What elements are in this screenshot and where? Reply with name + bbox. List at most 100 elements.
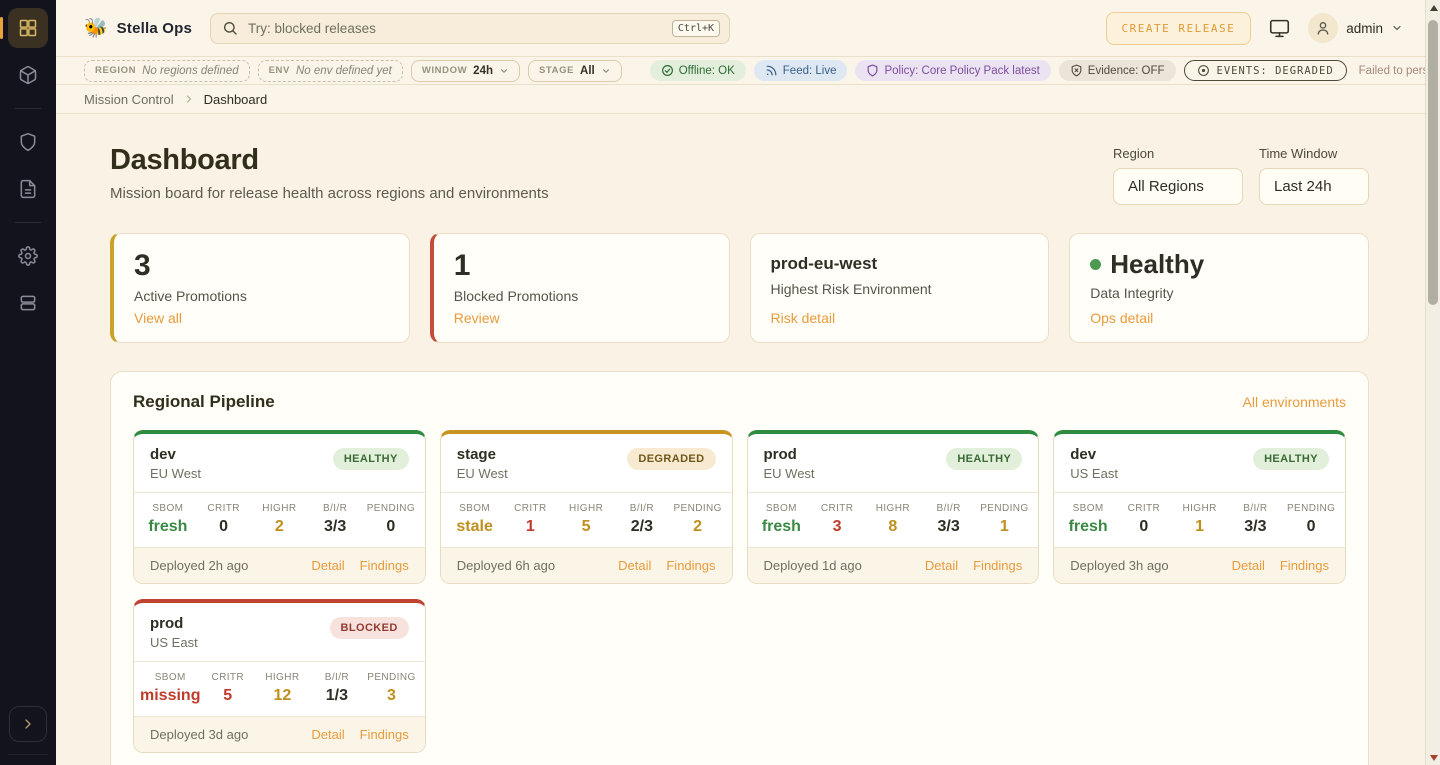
pipeline-stat: HIGHR5 (558, 503, 614, 536)
detail-link[interactable]: Detail (311, 727, 344, 742)
pipeline-card[interactable]: dev US East HEALTHY SBOMfreshCRITR0HIGHR… (1053, 430, 1346, 584)
stat-card-link[interactable]: Ops detail (1090, 310, 1348, 326)
status-badge: BLOCKED (330, 617, 409, 639)
status-badge: HEALTHY (1253, 448, 1329, 470)
sidebar-item-policies[interactable] (8, 122, 48, 162)
all-environments-link[interactable]: All environments (1243, 394, 1347, 410)
pipeline-stat-value: 0 (363, 518, 419, 536)
findings-link[interactable]: Findings (666, 558, 715, 573)
region-filter: Region All Regions (1113, 146, 1243, 205)
chevron-right-icon (183, 93, 195, 105)
stat-card-link[interactable]: Review (454, 310, 709, 326)
offline-status-pill[interactable]: Offline: OK (650, 60, 746, 81)
pipeline-stat-label: PENDING (977, 503, 1033, 514)
window-chip-value: 24h (473, 65, 493, 77)
breadcrumb: Mission Control Dashboard (56, 85, 1425, 114)
chevron-down-icon (499, 66, 509, 76)
pipeline-stat-value: 12 (255, 687, 310, 705)
display-monitor-icon[interactable] (1269, 18, 1290, 39)
pipeline-stat-value: 2 (670, 518, 726, 536)
pipeline-card[interactable]: prod US East BLOCKED SBOMmissingCRITR5HI… (133, 599, 426, 753)
pipeline-stat-value: fresh (1060, 518, 1116, 536)
env-context-chip[interactable]: ENV No env defined yet (258, 60, 403, 82)
sidebar-item-documents[interactable] (8, 169, 48, 209)
time-window-filter-label: Time Window (1259, 146, 1369, 161)
detail-link[interactable]: Detail (1232, 558, 1265, 573)
stat-card-link[interactable]: View all (134, 310, 389, 326)
pipeline-card[interactable]: dev EU West HEALTHY SBOMfreshCRITR0HIGHR… (133, 430, 426, 584)
events-status-pill[interactable]: EVENTS: DEGRADED (1184, 60, 1347, 81)
user-menu[interactable]: admin (1308, 13, 1403, 43)
pipeline-stats: SBOMstaleCRITR1HIGHR5B/I/R2/3PENDING2 (441, 492, 732, 548)
stat-card[interactable]: prod-eu-west Highest Risk Environment Ri… (750, 233, 1050, 343)
app-logo-icon: 🐝 (84, 19, 108, 38)
scrollbar-thumb[interactable] (1428, 20, 1438, 305)
pipeline-stat-value: 3 (809, 518, 865, 536)
stat-card[interactable]: Healthy Data Integrity Ops detail (1069, 233, 1369, 343)
region-filter-select[interactable]: All Regions (1113, 168, 1243, 205)
scrollbar[interactable] (1425, 0, 1440, 765)
policy-status-pill[interactable]: Policy: Core Policy Pack latest (855, 60, 1050, 81)
detail-link[interactable]: Detail (311, 558, 344, 573)
events-status-label: EVENTS: DEGRADED (1217, 65, 1334, 77)
circle-dot-icon (1197, 64, 1210, 77)
sidebar-item-settings[interactable] (8, 236, 48, 276)
findings-link[interactable]: Findings (973, 558, 1022, 573)
pipeline-stat-value: 2 (252, 518, 308, 536)
stat-card-link[interactable]: Risk detail (771, 310, 1029, 326)
pipeline-stat-label: HIGHR (255, 672, 310, 683)
page-subtitle: Mission board for release health across … (110, 185, 549, 202)
window-select-chip[interactable]: WINDOW 24h (411, 60, 520, 82)
region-context-chip[interactable]: REGION No regions defined (84, 60, 250, 82)
scrollbar-down-arrow[interactable] (1426, 750, 1440, 765)
brand[interactable]: 🐝 Stella Ops (84, 19, 192, 38)
pipeline-stat-label: B/I/R (1228, 503, 1284, 514)
breadcrumb-parent[interactable]: Mission Control (84, 92, 174, 107)
pipeline-stat: HIGHR 12 (255, 672, 310, 705)
global-search-input[interactable]: Try: blocked releases Ctrl+K (210, 13, 730, 44)
findings-link[interactable]: Findings (360, 727, 409, 742)
stat-card[interactable]: 3 Active Promotions View all (110, 233, 410, 343)
create-release-button[interactable]: CREATE RELEASE (1106, 12, 1252, 45)
pipeline-card[interactable]: stage EU West DEGRADED SBOMstaleCRITR1HI… (440, 430, 733, 584)
region-chip-label: REGION (95, 65, 136, 76)
app-header: 🐝 Stella Ops Try: blocked releases Ctrl+… (56, 0, 1425, 57)
sidebar-item-systems[interactable] (8, 283, 48, 323)
pipeline-card[interactable]: prod EU West HEALTHY SBOMfreshCRITR3HIGH… (747, 430, 1040, 584)
scrollbar-up-arrow[interactable] (1426, 0, 1440, 15)
deployed-time: Deployed 1d ago (764, 558, 862, 573)
stat-card-value: 1 (454, 250, 709, 282)
pipeline-env-name: dev (150, 446, 201, 463)
time-window-filter-select[interactable]: Last 24h (1259, 168, 1369, 205)
detail-link[interactable]: Detail (618, 558, 651, 573)
dashboard-grid-icon (18, 18, 38, 38)
feed-status-pill[interactable]: Feed: Live (754, 60, 848, 81)
pipeline-grid: dev EU West HEALTHY SBOMfreshCRITR0HIGHR… (133, 430, 1346, 753)
pipeline-stat: PENDING2 (670, 503, 726, 536)
pipeline-stat-label: B/I/R (921, 503, 977, 514)
pipeline-env-name: prod (150, 615, 198, 632)
detail-link[interactable]: Detail (925, 558, 958, 573)
stage-select-chip[interactable]: STAGE All (528, 60, 622, 82)
pipeline-stat-label: HIGHR (865, 503, 921, 514)
pipeline-stats: SBOMmissingCRITR5HIGHR12B/I/R1/3PENDING3 (134, 661, 425, 717)
pipeline-stat-value: 3/3 (921, 518, 977, 536)
evidence-status-pill[interactable]: Evidence: OFF (1059, 60, 1176, 81)
avatar (1308, 13, 1338, 43)
pipeline-stat-value: 0 (196, 518, 252, 536)
sidebar-item-releases[interactable] (8, 55, 48, 95)
sidebar-expand-button[interactable] (9, 706, 47, 742)
search-icon (222, 20, 238, 36)
deployed-time: Deployed 3d ago (150, 727, 248, 742)
pipeline-stat-label: PENDING (363, 503, 419, 514)
deployed-time: Deployed 2h ago (150, 558, 248, 573)
pipeline-stat-label: B/I/R (310, 672, 365, 683)
findings-link[interactable]: Findings (1280, 558, 1329, 573)
server-stack-icon (18, 293, 38, 313)
stat-card[interactable]: 1 Blocked Promotions Review (430, 233, 730, 343)
pipeline-stat: CRITR0 (1116, 503, 1172, 536)
sidebar-item-dashboard[interactable] (8, 8, 48, 48)
document-icon (18, 179, 38, 199)
pipeline-stat-value: 2/3 (614, 518, 670, 536)
findings-link[interactable]: Findings (360, 558, 409, 573)
